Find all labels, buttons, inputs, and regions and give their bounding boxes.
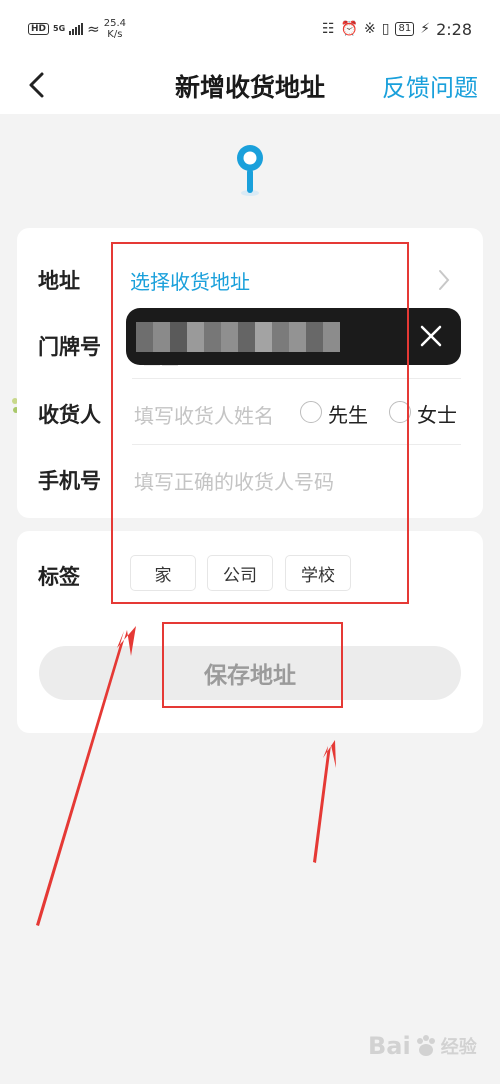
recipient-label: 收货人: [38, 403, 101, 427]
masked-text: [136, 322, 340, 352]
clock: 2:28: [436, 19, 472, 39]
battery-icon: 81: [395, 22, 415, 36]
network-speed: 25.4 K/s: [104, 18, 126, 40]
status-left: HD 5G ≈ 25.4 K/s: [28, 18, 126, 40]
chevron-right-icon[interactable]: [437, 268, 451, 292]
nfc-icon: ☷: [322, 21, 335, 37]
phone-input[interactable]: 填写正确的收货人号码: [134, 466, 334, 495]
wifi-icon: ≈: [87, 20, 100, 38]
network-type: 5G: [53, 24, 66, 33]
vibrate-icon: ▯: [381, 21, 390, 37]
baidu-watermark: Bai 经验: [368, 1032, 477, 1060]
watermark-brand: Bai: [368, 1032, 411, 1060]
network-speed-unit: K/s: [107, 29, 123, 40]
tag-company-button[interactable]: 公司: [207, 555, 273, 591]
close-icon[interactable]: [418, 323, 444, 349]
phone-label: 手机号: [38, 469, 101, 493]
feedback-link[interactable]: 反馈问题: [382, 68, 478, 103]
signal-icon: [69, 23, 84, 35]
divider: [132, 444, 461, 445]
alarm-icon: ⏰: [340, 21, 359, 37]
bluetooth-icon: ※: [364, 21, 376, 37]
gender-radio-mr[interactable]: [300, 401, 322, 423]
clear-input-toast: [126, 308, 461, 365]
location-pin-icon: [237, 145, 263, 196]
gender-radio-ms[interactable]: [389, 401, 411, 423]
door-number-label: 门牌号: [38, 335, 101, 359]
watermark-suffix: 经验: [440, 1037, 477, 1058]
charging-icon: ⚡: [420, 21, 431, 37]
hd-badge: HD: [28, 23, 50, 35]
recipient-name-input[interactable]: 填写收货人姓名: [134, 400, 274, 429]
tag-home-button[interactable]: 家: [130, 555, 196, 591]
select-address-link[interactable]: 选择收货地址: [130, 266, 250, 295]
divider: [132, 378, 461, 379]
title-bar: 新增收货地址 反馈问题: [0, 58, 500, 114]
paw-icon: [416, 1035, 435, 1056]
tags-label: 标签: [38, 565, 80, 589]
tag-school-button[interactable]: 学校: [285, 555, 351, 591]
save-address-button[interactable]: 保存地址: [39, 646, 461, 700]
address-label: 地址: [38, 269, 80, 293]
gender-label-ms[interactable]: 女士: [417, 399, 457, 428]
status-right: ☷ ⏰ ※ ▯ 81 ⚡ 2:28: [322, 20, 472, 39]
gender-label-mr[interactable]: 先生: [328, 399, 368, 428]
status-bar: HD 5G ≈ 25.4 K/s ☷ ⏰ ※ ▯ 81 ⚡ 2:28: [0, 0, 500, 58]
network-speed-value: 25.4: [103, 18, 126, 29]
